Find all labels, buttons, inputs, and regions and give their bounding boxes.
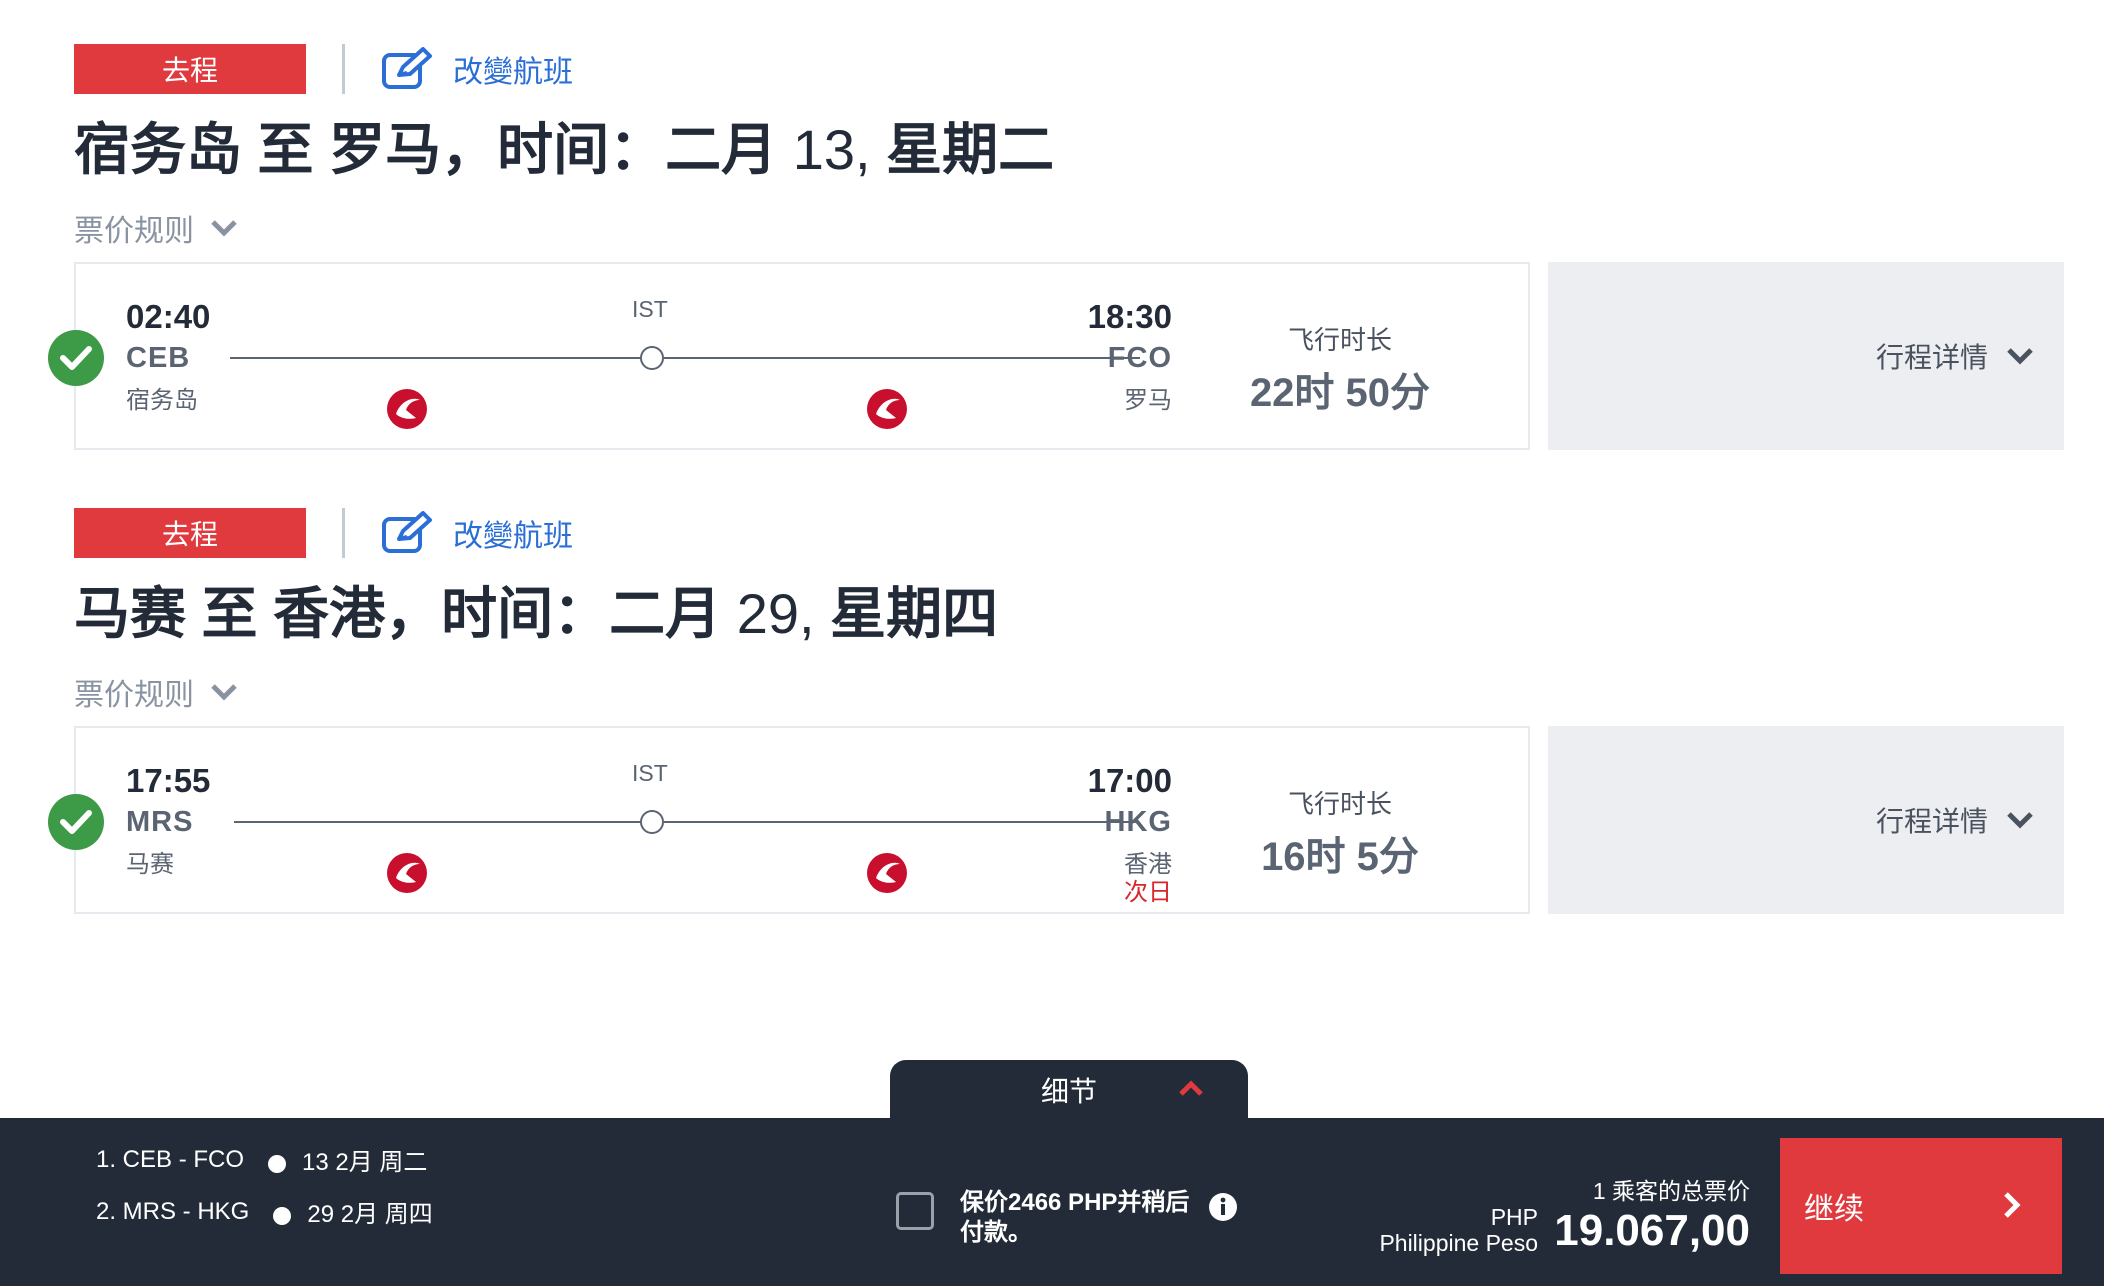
- stopover-code: IST: [632, 760, 668, 786]
- flight-duration: 16时 5分: [1261, 835, 1419, 879]
- stopover-code: IST: [632, 296, 668, 322]
- arrival-code: FCO: [1107, 342, 1172, 374]
- hold-price-checkbox[interactable]: [896, 1192, 934, 1230]
- duration-label: 飞行时长: [1287, 325, 1392, 355]
- trip-date: 13 2月 周二: [302, 1149, 428, 1176]
- departure-city: 宿务岛: [126, 387, 198, 414]
- edit-icon: [382, 47, 432, 89]
- change-flight-label: 改變航班: [453, 520, 573, 553]
- duration-label: 飞行时长: [1287, 789, 1392, 819]
- change-flight-label: 改變航班: [453, 56, 573, 89]
- route-line: [230, 357, 650, 359]
- flight-card[interactable]: 02:40 CEB 宿务岛 IST 18:30 FCO 罗马 飞行时长 22时 …: [48, 262, 1530, 450]
- currency-code: PHP: [1490, 1204, 1538, 1230]
- departure-code: MRS: [126, 806, 194, 838]
- flight-segment-2: 去程 改變航班 马赛 至 香港，时间：二月 29, 星期四 票价规则 17:55…: [48, 508, 2064, 914]
- route-line: [664, 357, 1140, 359]
- details-tab-label: 细节: [1040, 1076, 1097, 1107]
- fare-rules-toggle[interactable]: 票价规则: [74, 670, 2064, 714]
- edit-icon: [382, 511, 432, 553]
- chevron-down-icon: [2007, 348, 2033, 365]
- booking-summary-bar: 1. CEB - FCO 13 2月 周二 2. MRS - HKG 29 2月…: [0, 1118, 2104, 1286]
- currency-name: Philippine Peso: [1379, 1230, 1538, 1256]
- continue-label: 继续: [1804, 1193, 1864, 1226]
- info-icon[interactable]: [1208, 1192, 1238, 1222]
- direction-badge: 去程: [74, 508, 306, 558]
- trip-summary-item: 1. CEB - FCO 13 2月 周二: [96, 1142, 427, 1177]
- itinerary-details-button[interactable]: 行程详情: [1548, 262, 2064, 450]
- chevron-up-icon: [1179, 1080, 1203, 1096]
- arrival-time: 18:30: [1087, 298, 1172, 335]
- itinerary-details-label: 行程详情: [1875, 806, 1988, 837]
- bullet-icon: [273, 1206, 292, 1225]
- trip-route: 2. MRS - HKG: [96, 1197, 250, 1225]
- total-price-label: 1 乘客的总票价: [1592, 1178, 1750, 1204]
- bullet-icon: [268, 1154, 287, 1173]
- airline-logo-icon: [387, 853, 427, 893]
- stopover-dot: [640, 810, 664, 834]
- direction-badge: 去程: [74, 44, 306, 94]
- route-title: 马赛 至 香港，时间：二月 29, 星期四: [74, 582, 999, 645]
- change-flight-link[interactable]: 改變航班: [381, 511, 573, 555]
- fare-rules-label: 票价规则: [74, 679, 194, 712]
- continue-button[interactable]: 继续: [1780, 1138, 2062, 1274]
- flight-segment-1: 去程 改變航班 宿务岛 至 罗马，时间：二月 13, 星期二 票价规则 02:4…: [48, 44, 2064, 450]
- chevron-down-icon: [2007, 812, 2033, 829]
- departure-code: CEB: [126, 342, 191, 374]
- itinerary-details-button[interactable]: 行程详情: [1548, 726, 2064, 914]
- total-price: 19.067,00: [1554, 1206, 1750, 1255]
- itinerary-details-label: 行程详情: [1875, 342, 1988, 373]
- divider: [342, 508, 345, 558]
- trip-summary-item: 2. MRS - HKG 29 2月 周四: [96, 1194, 433, 1229]
- check-icon: [48, 330, 104, 386]
- arrival-city: 罗马: [1124, 387, 1172, 414]
- arrival-code: HKG: [1104, 806, 1172, 838]
- departure-city: 马赛: [126, 851, 174, 878]
- trip-date: 29 2月 周四: [307, 1201, 433, 1228]
- flight-card[interactable]: 17:55 MRS 马赛 IST 17:00 HKG 香港 次日 飞行时长 16…: [48, 726, 1530, 914]
- divider: [342, 44, 345, 94]
- chevron-down-icon: [211, 684, 237, 701]
- hold-price-text: 保价2466 PHP并稍后付款。: [960, 1189, 1190, 1246]
- chevron-right-icon: [2004, 1192, 2021, 1218]
- route-title: 宿务岛 至 罗马，时间：二月 13, 星期二: [74, 118, 1055, 181]
- next-day-label: 次日: [1124, 879, 1172, 906]
- hold-price-option: 保价2466 PHP并稍后付款。: [896, 1188, 1238, 1248]
- airline-logo-icon: [867, 389, 907, 429]
- departure-time: 17:55: [126, 762, 211, 799]
- flight-duration: 22时 50分: [1249, 371, 1431, 415]
- airline-logo-icon: [867, 853, 907, 893]
- stopover-dot: [640, 346, 664, 370]
- chevron-down-icon: [211, 220, 237, 237]
- departure-time: 02:40: [126, 298, 211, 335]
- details-toggle-tab[interactable]: 细节: [890, 1060, 1248, 1120]
- check-icon: [48, 794, 104, 850]
- route-line: [664, 821, 1138, 823]
- route-line: [234, 821, 650, 823]
- arrival-time: 17:00: [1087, 762, 1172, 799]
- airline-logo-icon: [387, 389, 427, 429]
- fare-rules-label: 票价规则: [74, 215, 194, 248]
- change-flight-link[interactable]: 改變航班: [381, 47, 573, 91]
- fare-rules-toggle[interactable]: 票价规则: [74, 206, 2064, 250]
- trip-route: 1. CEB - FCO: [96, 1145, 245, 1173]
